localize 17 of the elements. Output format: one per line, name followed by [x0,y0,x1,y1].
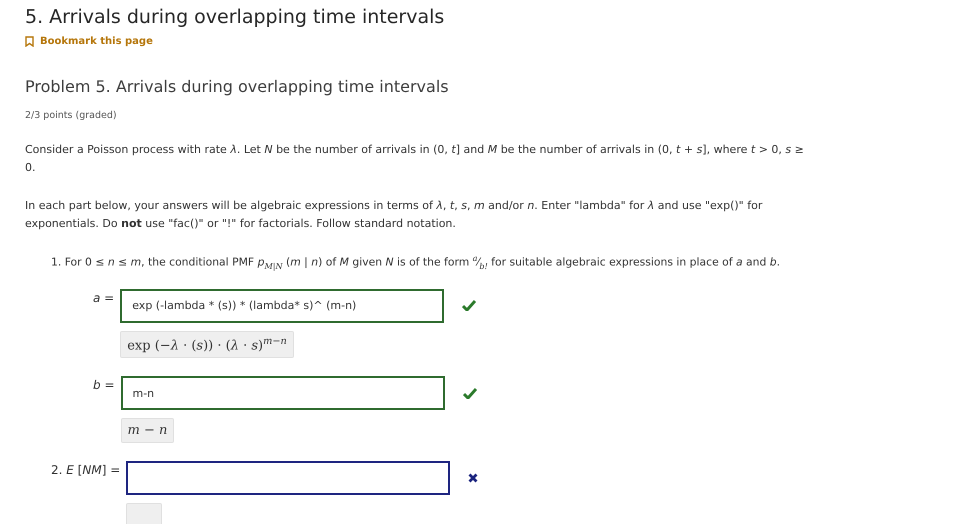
answer-label: a = [93,290,114,307]
problem-text: In each part below, your answers will be algebraic expressions in terms of λ, t, s, m and/or n. Enter "lambda" for λ and use "exp()" for exponentials. Do not use "fac()" or "!" for factorials. Follow standard notation. [25,198,764,232]
points-text: 2/3 points (graded) [25,110,118,121]
page-title: 5. Arrivals during overlapping time intervals [25,6,446,28]
answer-label: b = [93,377,114,394]
problem-text: 1. For 0 ≤ n ≤ m, the conditional PMF p$_{M|N}$ (m | n) of M given N is of the form $^{a}$⁄$_{b!}$ for suitable algebraic expressions in place of a and b. [51,252,782,273]
math-preview: exp (−λ · (s)) · (λ · s)$^{m−n}$ [120,330,294,358]
answer-field[interactable]: m-n [120,376,444,410]
problem-title: Problem 5. Arrivals during overlapping time intervals [25,77,450,96]
answer-label: 2. E [NM] = [51,462,120,480]
answer-field[interactable]: exp (-lambda * (s)) * (lambda* s)^ (m-n) [120,288,444,323]
answer-field[interactable] [126,461,450,496]
math-preview: m − n [120,418,174,444]
bookmark-link[interactable]: Bookmark this page [25,36,153,47]
bookmark-icon [25,36,34,47]
math-preview [126,503,162,524]
problem-text: Consider a Poisson process with rate λ. Let N be the number of arrivals in (0, t] and M be the number of arrivals in (0, t + s], where t > 0, s ≥ 0. [25,142,805,176]
